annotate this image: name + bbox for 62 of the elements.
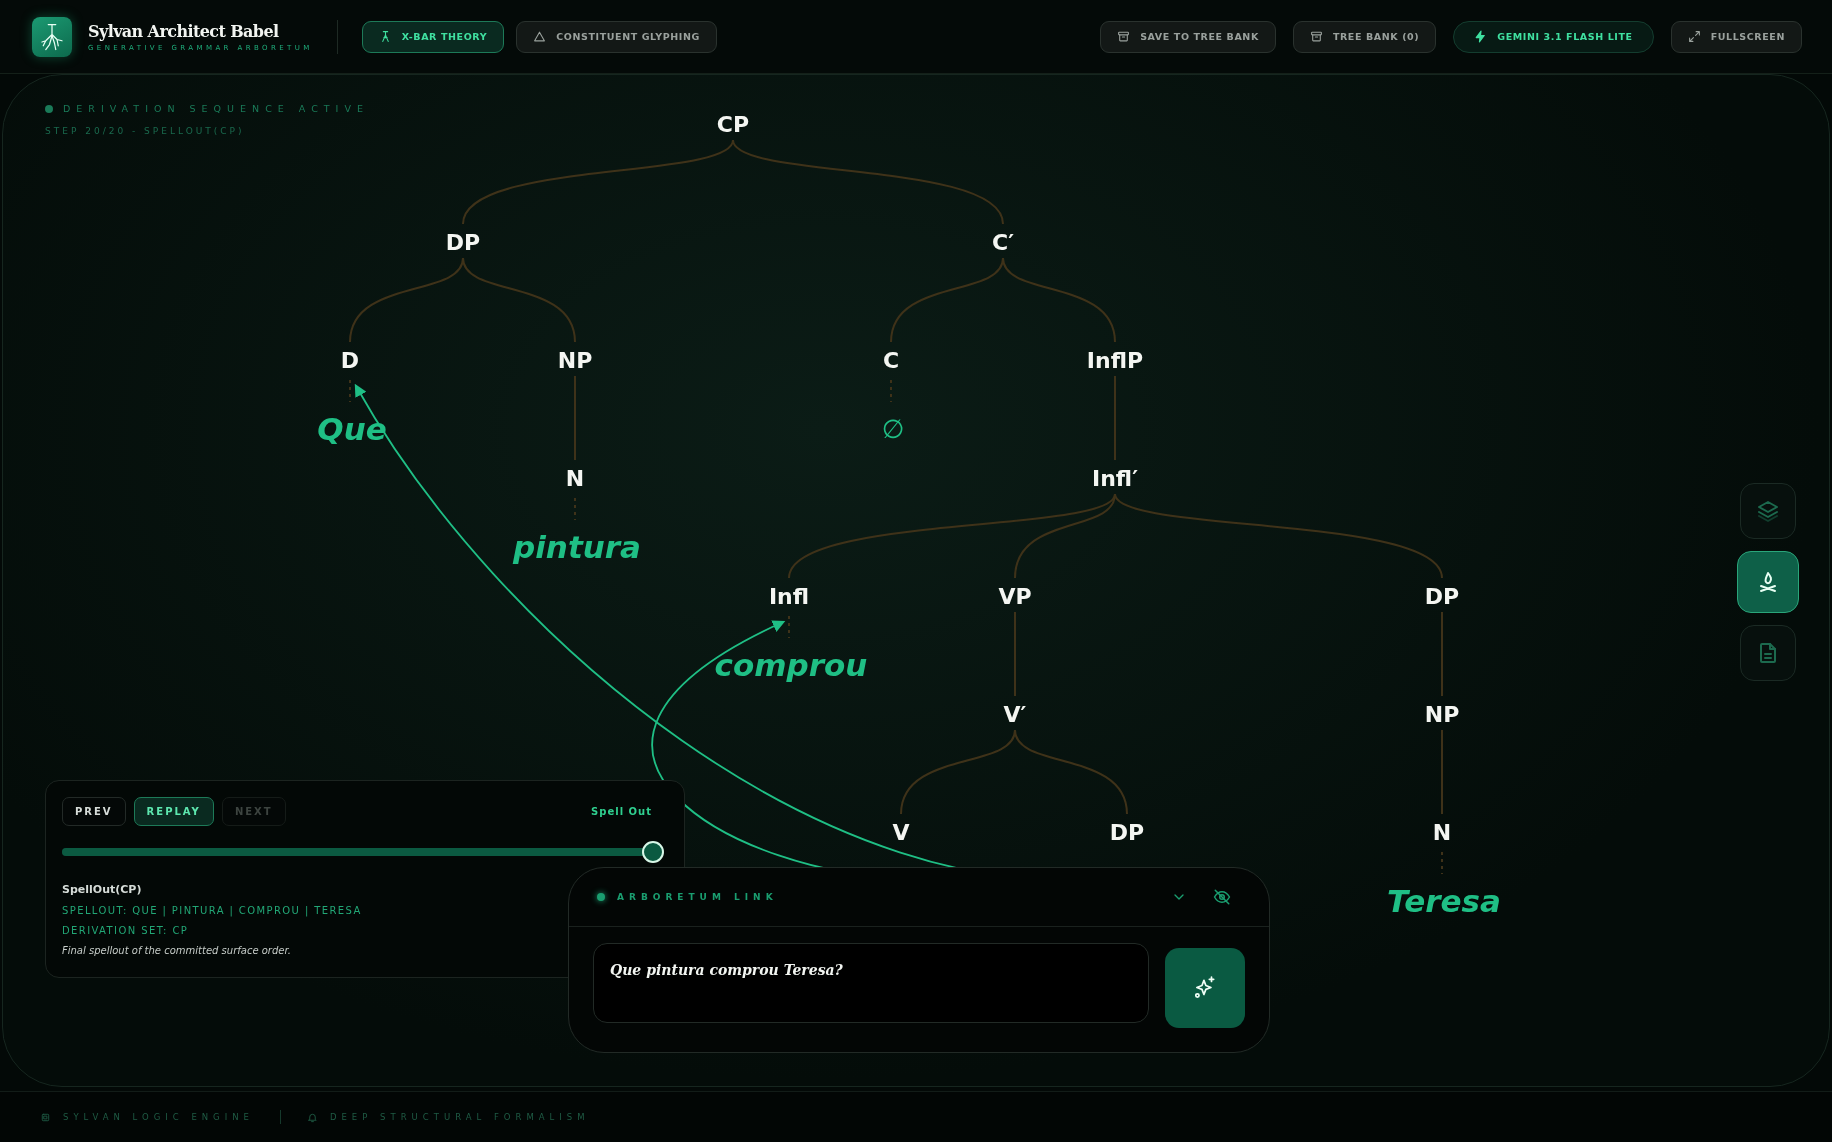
terminal-word: Teresa [1387, 883, 1501, 919]
archive-box-icon [1309, 30, 1323, 43]
tree-node-label: V′ [1003, 701, 1027, 727]
bell-icon [306, 1111, 318, 1123]
eye-off-icon[interactable] [1213, 888, 1231, 906]
tree-node-label: CP [716, 111, 750, 137]
tree-node-label: C [882, 347, 900, 373]
derivation-status: DERIVATION SEQUENCE ACTIVE [63, 103, 369, 114]
tree-node-label: NP [557, 347, 593, 373]
tree-node-label: DP [1109, 819, 1145, 845]
fullscreen-button[interactable]: FULLSCREEN [1670, 20, 1802, 53]
step-button[interactable]: PREV [62, 797, 126, 826]
tree-bank-button[interactable]: SAVE TO TREE BANK [1100, 20, 1276, 53]
step-note: Final spellout of the committed surface order. [62, 945, 291, 956]
chip-icon [40, 1111, 51, 1123]
question-input-field[interactable]: Que pintura comprou Teresa? [593, 943, 1149, 1023]
step-detail: SPELLOUT: QUE | PINTURA | COMPROU | TERESA [62, 905, 362, 916]
terminal-word: Que [317, 411, 387, 447]
tree-node-label: D [340, 347, 360, 373]
expand-arrows-icon [1687, 30, 1701, 43]
tree-node-label: C′ [992, 229, 1014, 255]
dashed-link-line [1441, 851, 1443, 875]
dashed-link-line [574, 497, 576, 521]
step-slider[interactable] [62, 841, 664, 863]
model-select-button[interactable]: GEMINI 3.1 FLASH LITE [1453, 20, 1654, 53]
archive-box-icon [1117, 30, 1131, 43]
phase-label: Spell Out [591, 806, 652, 817]
tree-node-label: N [565, 465, 585, 491]
mode-toggle-button[interactable]: X-BAR THEORY [361, 20, 505, 53]
dashed-link-line [349, 379, 351, 403]
app-title: Sylvan Architect Babel [88, 21, 280, 41]
tree-bank-button[interactable]: TREE BANK (0) [1292, 20, 1437, 53]
footer-label: SYLVAN LOGIC ENGINE [63, 1112, 254, 1122]
panel-title: ARBORETUM LINK [617, 892, 778, 902]
status-dot [45, 104, 53, 113]
terminal-word: comprou [714, 647, 868, 683]
tree-node-label: V [892, 819, 910, 845]
terminal-word: pintura [513, 529, 641, 565]
lightning-bolt-icon [1474, 30, 1488, 43]
generate-button[interactable] [1165, 948, 1245, 1028]
step-title: SpellOut(CP) [62, 883, 142, 896]
tree-node-label: InflP [1086, 347, 1144, 373]
dashed-link-line [890, 379, 892, 403]
step-detail: DERIVATION SET: CP [62, 925, 189, 936]
tree-node-label: VP [998, 583, 1032, 609]
tree-node-label: N [1432, 819, 1452, 845]
layers-icon [1756, 499, 1780, 523]
tree-node-label: Infl′ [1092, 465, 1138, 491]
dashed-link-line [788, 615, 790, 639]
step-button[interactable]: REPLAY [133, 797, 214, 826]
tree-node-label: Infl [768, 583, 810, 609]
status-dot [597, 893, 605, 901]
side-tool-button[interactable] [1737, 551, 1799, 613]
slider-thumb[interactable] [642, 841, 664, 863]
triangle-icon [533, 30, 547, 43]
tree-node-label: DP [445, 229, 481, 255]
footer-label: DEEP STRUCTURAL FORMALISM [329, 1112, 590, 1122]
step-indicator: STEP 20/20 - SPELLOUT(CP) [45, 126, 246, 136]
tree-node-label: DP [1424, 583, 1460, 609]
terminal-word: ∅ [881, 414, 905, 444]
mode-toggle-button[interactable]: CONSTITUENT GLYPHING [516, 20, 717, 53]
tree-node-label: NP [1424, 701, 1460, 727]
